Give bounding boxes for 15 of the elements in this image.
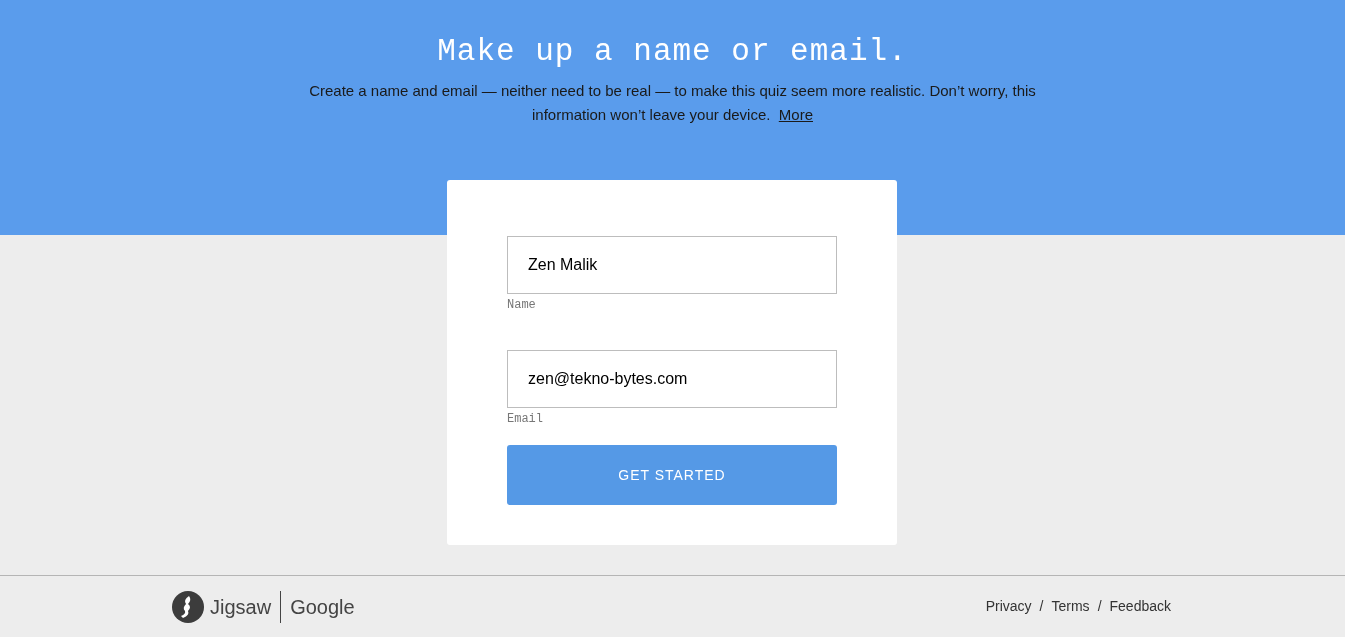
link-separator: /	[1097, 597, 1102, 616]
link-separator: /	[1039, 597, 1044, 616]
field-label: Name	[507, 298, 536, 312]
brand-name: Jigsaw	[210, 594, 272, 620]
field-label: Email	[507, 412, 543, 426]
page-title: Make up a name or email.	[437, 34, 908, 70]
text-field[interactable]: Zen Malik	[507, 236, 837, 294]
footer-link[interactable]: Terms	[1051, 596, 1090, 617]
footer-link[interactable]: Feedback	[1109, 596, 1171, 617]
more-link[interactable]: More	[778, 106, 813, 123]
jigsaw-logo-icon	[172, 590, 204, 623]
text-field[interactable]: zen@tekno-bytes.com	[507, 350, 837, 408]
intro-text: Create a name and email — neither need to be real — to make this quiz seem more realistic. Don’t worry, this information won’t leave your device. More	[308, 81, 1037, 125]
footer-link[interactable]: Privacy	[985, 596, 1032, 617]
partner-name: Google	[290, 594, 355, 620]
